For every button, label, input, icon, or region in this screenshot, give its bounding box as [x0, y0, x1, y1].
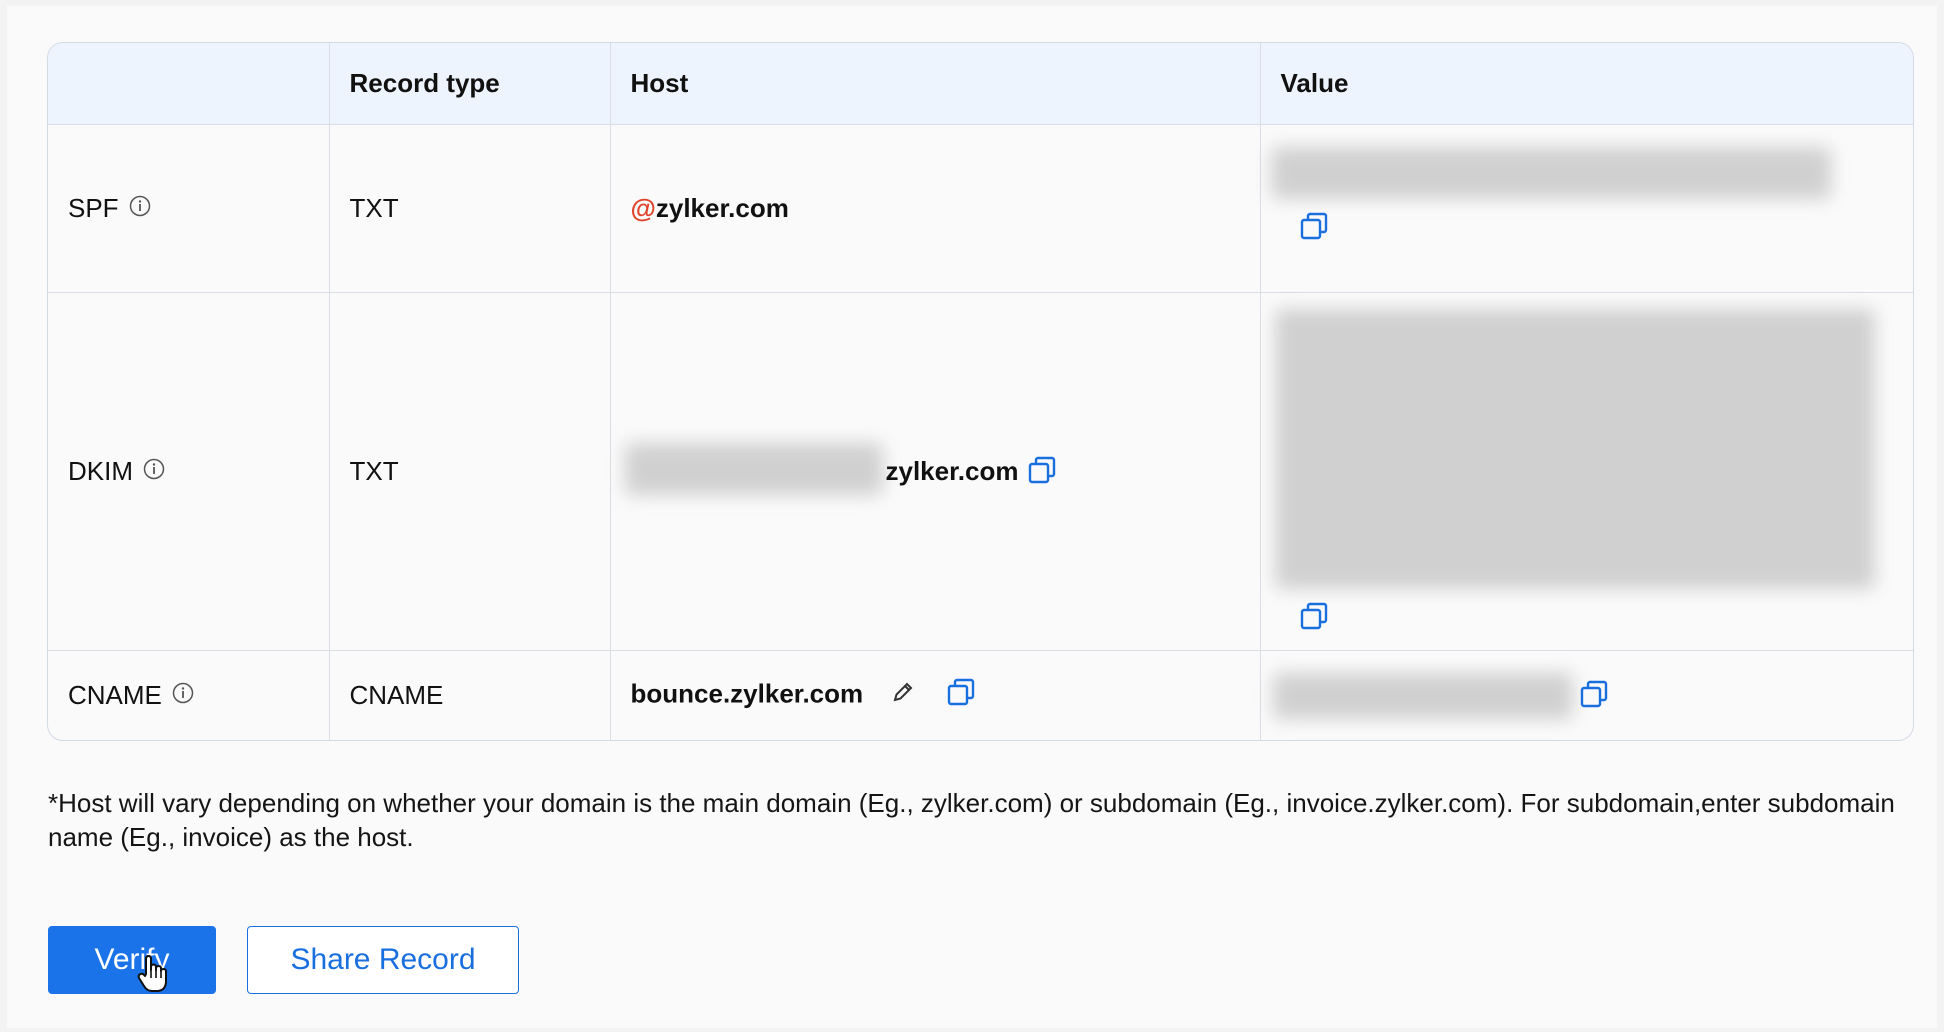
record-name: SPF: [68, 193, 119, 223]
dns-records-panel: Record type Host Value SPF TXT @zylker.c…: [7, 6, 1937, 1028]
pencil-icon[interactable]: [890, 679, 916, 712]
record-name-cell: DKIM: [48, 292, 330, 651]
table-row-dkim: DKIM TXT zylker.com: [48, 292, 1913, 651]
record-name: CNAME: [68, 680, 162, 710]
host-note: *Host will vary depending on whether you…: [48, 788, 1895, 852]
record-name: DKIM: [68, 456, 133, 486]
host-value: bounce.zylker.com: [630, 678, 864, 709]
record-host-cell: @zylker.com: [610, 124, 1261, 293]
table-header-row: Record type Host Value: [48, 43, 1913, 125]
table-row-spf: SPF TXT @zylker.com: [48, 124, 1913, 293]
copy-icon[interactable]: [1027, 455, 1057, 492]
record-name-cell: CNAME: [48, 650, 330, 740]
hand-cursor-icon: [137, 954, 171, 999]
record-type-cell: TXT: [329, 292, 611, 651]
header-host: Host: [610, 43, 1261, 125]
header-record-type: Record type: [329, 43, 611, 125]
redacted-value: [1274, 309, 1875, 589]
info-icon[interactable]: [143, 456, 165, 487]
redacted-value: [1272, 673, 1573, 719]
record-host-cell: bounce.zylker.com: [610, 650, 1261, 740]
share-record-button[interactable]: Share Record: [247, 926, 519, 994]
record-host-cell: zylker.com: [610, 292, 1261, 651]
record-value-cell: [1260, 124, 1913, 293]
copy-icon[interactable]: [1299, 211, 1329, 248]
copy-icon[interactable]: [1579, 679, 1609, 716]
verify-button[interactable]: Verify: [48, 926, 216, 994]
record-type-cell: TXT: [329, 124, 611, 293]
info-icon[interactable]: [129, 193, 151, 224]
record-type-cell: CNAME: [329, 650, 611, 740]
info-icon[interactable]: [172, 680, 194, 711]
copy-icon[interactable]: [1299, 601, 1329, 638]
record-name-cell: SPF: [48, 124, 330, 293]
table-row-cname: CNAME CNAME bounce.zylker.com: [48, 650, 1913, 741]
header-value: Value: [1260, 43, 1913, 125]
redacted-value: [1270, 147, 1831, 199]
header-name: [48, 43, 330, 125]
host-at-sign: @: [630, 193, 656, 223]
host-value: @zylker.com: [631, 193, 789, 223]
record-value-cell: [1260, 651, 1913, 741]
copy-icon[interactable]: [946, 677, 976, 714]
dns-records-table: Record type Host Value SPF TXT @zylker.c…: [47, 42, 1914, 741]
redacted-host-prefix: [624, 443, 883, 495]
record-value-cell: [1260, 292, 1913, 651]
host-domain: zylker.com: [885, 456, 1019, 486]
host-domain: zylker.com: [655, 193, 789, 223]
